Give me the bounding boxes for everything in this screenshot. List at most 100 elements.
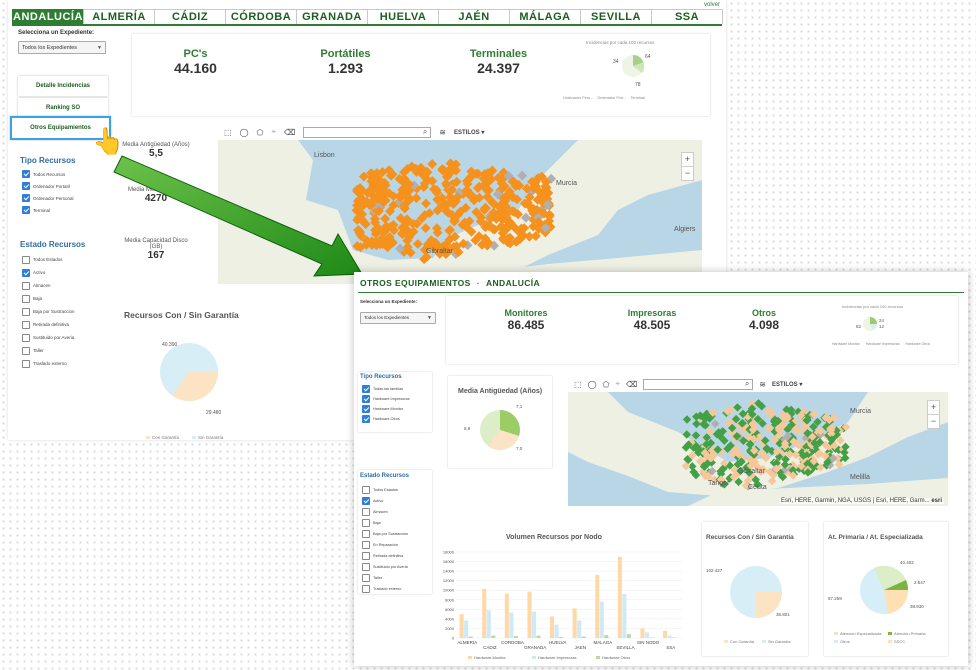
- legend-item[interactable]: Hardware.Monitor: [474, 655, 506, 660]
- zoom-in-button[interactable]: +: [927, 400, 940, 415]
- bar[interactable]: [482, 588, 487, 638]
- checkbox[interactable]: [362, 584, 370, 593]
- volver-link[interactable]: volver: [704, 2, 720, 8]
- bar[interactable]: [604, 635, 609, 638]
- bar[interactable]: [640, 628, 645, 638]
- checkbox[interactable]: [362, 573, 370, 582]
- tab-cádiz[interactable]: CÁDIZ: [154, 9, 226, 24]
- checkbox[interactable]: [362, 529, 370, 538]
- map-marker[interactable]: [733, 403, 742, 412]
- select-circle-icon[interactable]: ◯: [588, 380, 597, 389]
- checkbox-row[interactable]: Todos Recursos: [22, 168, 74, 180]
- bar[interactable]: [595, 574, 600, 638]
- estilos-dropdown[interactable]: ESTILOS ▾: [454, 129, 484, 136]
- bar[interactable]: [550, 616, 555, 639]
- checkbox[interactable]: [22, 170, 30, 178]
- bar[interactable]: [464, 620, 469, 638]
- checkbox-row[interactable]: Activo: [362, 495, 408, 506]
- checkbox[interactable]: [22, 320, 30, 329]
- clear-selection-icon[interactable]: ⌫: [626, 380, 637, 389]
- checkbox-row[interactable]: Hardware.Otros: [362, 414, 410, 424]
- checkbox[interactable]: [362, 405, 370, 413]
- checkbox-row[interactable]: Baja: [362, 517, 408, 528]
- bar[interactable]: [577, 620, 582, 638]
- bar[interactable]: [468, 636, 473, 638]
- map-marker[interactable]: [411, 193, 422, 204]
- checkbox[interactable]: [22, 182, 30, 190]
- bar[interactable]: [536, 635, 541, 638]
- checkbox-row[interactable]: Baja: [22, 292, 75, 305]
- bar[interactable]: [531, 611, 537, 638]
- checkbox[interactable]: [22, 268, 30, 277]
- map-marker[interactable]: [682, 415, 692, 424]
- checkbox-row[interactable]: Todos Estados: [362, 484, 408, 495]
- checkbox[interactable]: [362, 551, 370, 560]
- checkbox-row[interactable]: Baja por Sustraccion: [22, 305, 75, 318]
- bar[interactable]: [491, 635, 496, 638]
- bar[interactable]: [626, 634, 631, 638]
- bar[interactable]: [667, 635, 672, 638]
- checkbox[interactable]: [362, 385, 370, 393]
- bar[interactable]: [644, 632, 650, 638]
- map-marker[interactable]: [420, 223, 431, 234]
- checkbox[interactable]: [362, 415, 370, 423]
- checkbox[interactable]: [22, 307, 30, 316]
- select-point-icon[interactable]: ⌖: [615, 379, 620, 389]
- select-circle-icon[interactable]: ◯: [240, 128, 249, 137]
- checkbox[interactable]: [362, 540, 370, 549]
- tab-granada[interactable]: GRANADA: [296, 9, 368, 24]
- checkbox-row[interactable]: Taller: [22, 344, 75, 357]
- map-marker[interactable]: [691, 431, 701, 440]
- tab-ssa[interactable]: SSA: [651, 9, 723, 24]
- bar[interactable]: [527, 591, 532, 638]
- checkbox[interactable]: [22, 206, 30, 214]
- tab-huelva[interactable]: HUELVA: [367, 9, 439, 24]
- tab-andalucía[interactable]: ANDALUCÍA: [12, 9, 84, 24]
- resource-map[interactable]: ⬚ ◯ ⬠ ⌖ ⌫ ⌕ ≋ ESTILOS ▾ Murcia Gibraltar…: [568, 376, 948, 506]
- checkbox-row[interactable]: Sustituido por Averia: [362, 561, 408, 572]
- tab-almería[interactable]: ALMERÍA: [83, 9, 155, 24]
- checkbox-row[interactable]: Ordenador Portatil: [22, 180, 74, 192]
- map-marker[interactable]: [412, 238, 423, 249]
- zoom-in-button[interactable]: +: [681, 152, 694, 167]
- checkbox[interactable]: [362, 496, 370, 505]
- checkbox-row[interactable]: Hardware.Monitor: [362, 404, 410, 414]
- zoom-out-button[interactable]: −: [927, 414, 940, 429]
- bar[interactable]: [572, 608, 577, 638]
- select-rectangle-icon[interactable]: ⬚: [224, 128, 232, 137]
- checkbox[interactable]: [362, 395, 370, 403]
- bar[interactable]: [581, 636, 586, 638]
- bar[interactable]: [459, 614, 464, 638]
- checkbox-row[interactable]: Activo: [22, 266, 75, 279]
- checkbox-row[interactable]: Ordenador Personal: [22, 192, 74, 204]
- expediente-select[interactable]: Todos los Expedientes ▼: [18, 41, 106, 54]
- clear-selection-icon[interactable]: ⌫: [284, 128, 295, 137]
- checkbox-row[interactable]: Taller: [362, 572, 408, 583]
- map-marker[interactable]: [427, 159, 438, 169]
- map-marker[interactable]: [380, 213, 391, 224]
- estilos-dropdown[interactable]: ESTILOS ▾: [772, 381, 802, 388]
- checkbox-row[interactable]: Retirada definitiva: [22, 318, 75, 331]
- legend-item[interactable]: Hardware.Otros: [602, 655, 630, 660]
- select-polygon-icon[interactable]: ⬠: [603, 380, 610, 389]
- bar[interactable]: [559, 637, 564, 638]
- map-search-input[interactable]: ⌕: [303, 126, 432, 138]
- checkbox[interactable]: [362, 507, 370, 516]
- checkbox[interactable]: [22, 255, 30, 264]
- checkbox-row[interactable]: Almacen: [362, 506, 408, 517]
- map-marker[interactable]: [710, 419, 720, 428]
- checkbox-row[interactable]: Traslado externo: [22, 357, 75, 370]
- detalle-incidencias-button[interactable]: Detalle Incidencias: [18, 76, 108, 96]
- bar[interactable]: [554, 624, 559, 638]
- checkbox[interactable]: [362, 562, 370, 571]
- checkbox-row[interactable]: Todas las familias: [362, 384, 410, 394]
- map-marker[interactable]: [421, 198, 431, 209]
- legend-item[interactable]: Hardware.Impresoras: [538, 655, 576, 660]
- checkbox-row[interactable]: En Reparación: [362, 539, 408, 550]
- checkbox-row[interactable]: Traslado externo: [362, 583, 408, 594]
- tab-jaén[interactable]: JAÉN: [438, 9, 510, 24]
- checkbox-row[interactable]: Retirada definitiva: [362, 550, 408, 561]
- checkbox[interactable]: [22, 359, 30, 368]
- select-polygon-icon[interactable]: ⬠: [257, 128, 264, 137]
- bar[interactable]: [486, 610, 491, 638]
